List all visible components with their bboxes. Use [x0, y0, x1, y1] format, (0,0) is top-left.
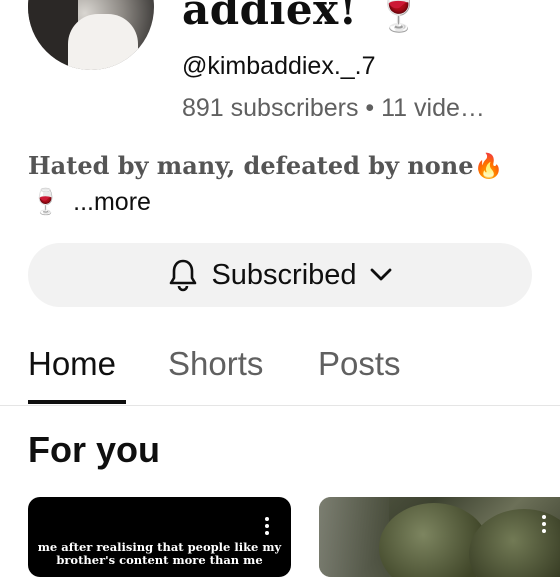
- subscribed-label: Subscribed: [211, 258, 357, 291]
- channel-description[interactable]: Hated by many, defeated by none🔥: [28, 150, 503, 182]
- tab-shorts[interactable]: Shorts: [168, 344, 263, 384]
- channel-handle: @kimbaddiex._.7: [182, 52, 376, 80]
- thumbnail-shape: [319, 497, 389, 577]
- more-options-icon[interactable]: [541, 515, 547, 537]
- channel-avatar[interactable]: [28, 0, 154, 70]
- section-title: For you: [28, 429, 160, 470]
- tab-home[interactable]: Home: [28, 344, 116, 384]
- active-tab-indicator: [28, 400, 126, 404]
- channel-description-more[interactable]: 🍷 ...more: [30, 186, 151, 218]
- channel-stats[interactable]: 891 subscribers • 11 vide…: [182, 92, 485, 124]
- chevron-down-icon: [369, 267, 393, 283]
- more-options-icon[interactable]: [264, 517, 270, 539]
- more-link[interactable]: ...more: [73, 188, 151, 216]
- subscribed-button[interactable]: Subscribed: [28, 243, 532, 307]
- tab-posts[interactable]: Posts: [318, 344, 401, 384]
- wine-emoji: 🍷: [30, 188, 62, 216]
- channel-tabs: Home Shorts Posts: [0, 330, 560, 406]
- video-card-thumbnail[interactable]: [319, 497, 560, 577]
- channel-name: addiex! 🍷: [182, 0, 426, 34]
- avatar-shirt-shape: [68, 14, 138, 70]
- video-caption: me after realising that people like my b…: [37, 540, 282, 567]
- bell-icon: [167, 258, 199, 292]
- video-card[interactable]: me after realising that people like my b…: [28, 497, 291, 577]
